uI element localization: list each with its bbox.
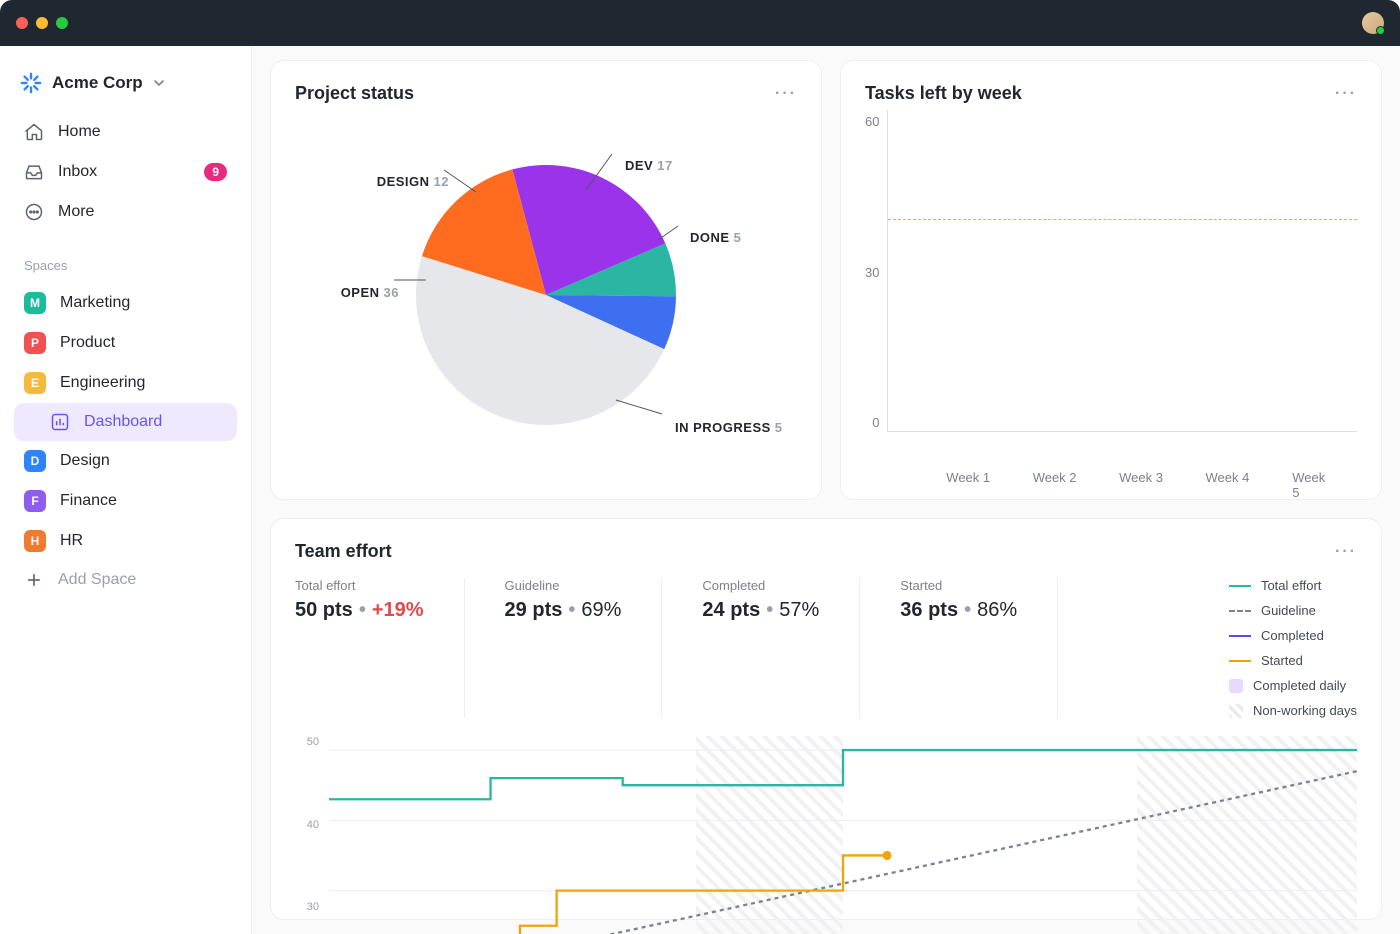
window-titlebar <box>0 0 1400 46</box>
plus-icon <box>24 570 44 590</box>
pie-label-open: OPEN36 <box>341 285 399 300</box>
space-hr[interactable]: H HR <box>14 521 237 561</box>
nav-inbox-label: Inbox <box>58 163 97 181</box>
pie-label-design: DESIGN12 <box>377 174 449 189</box>
space-label: Design <box>60 452 110 470</box>
team-effort-card: Team effort ··· Total effort 50 pts•+19%… <box>270 518 1382 920</box>
nav-inbox[interactable]: Inbox 9 <box>14 152 237 192</box>
project-status-chart: DEV17 DONE5 IN PROGRESS5 OPEN36 DESIGN12 <box>295 110 797 480</box>
nav-home[interactable]: Home <box>14 112 237 152</box>
spaces-section-label: Spaces <box>14 232 237 283</box>
tasks-left-chart: 60300 Week 1Week 2Week 3Week 4Week 5 <box>865 110 1357 470</box>
inbox-badge: 9 <box>204 163 227 181</box>
workspace-switcher[interactable]: Acme Corp <box>14 68 237 112</box>
space-engineering[interactable]: E Engineering <box>14 363 237 403</box>
tasks-left-more[interactable]: ··· <box>1335 85 1357 103</box>
space-child-label: Dashboard <box>84 413 162 431</box>
stat-started: Started 36 pts•86% <box>900 578 1058 718</box>
project-status-card: Project status ··· DEV17DONE5IN PROGRESS… <box>270 60 822 500</box>
user-avatar[interactable] <box>1362 12 1384 34</box>
pie-label-done: DONE5 <box>690 230 741 245</box>
nav-home-label: Home <box>58 123 101 141</box>
more-icon <box>24 202 44 222</box>
space-label: Product <box>60 334 115 352</box>
chevron-down-icon <box>153 77 165 89</box>
tasks-left-card: Tasks left by week ··· 60300 Week 1Week … <box>840 60 1382 500</box>
team-effort-title: Team effort <box>295 541 392 562</box>
pie-label-dev: DEV17 <box>625 158 673 173</box>
team-effort-chart: 50403020 <box>295 736 1357 934</box>
space-icon: M <box>24 292 46 314</box>
workspace-name: Acme Corp <box>52 73 143 93</box>
sidebar: Acme Corp Home Inbox 9 More Spaces M Mark… <box>0 46 252 934</box>
space-label: HR <box>60 532 83 550</box>
space-label: Marketing <box>60 294 130 312</box>
stat-total-effort: Total effort 50 pts•+19% <box>295 578 465 718</box>
nav-more[interactable]: More <box>14 192 237 232</box>
minimize-window-dot[interactable] <box>36 17 48 29</box>
maximize-window-dot[interactable] <box>56 17 68 29</box>
close-window-dot[interactable] <box>16 17 28 29</box>
space-icon: F <box>24 490 46 512</box>
tasks-left-title: Tasks left by week <box>865 83 1022 104</box>
inbox-icon <box>24 162 44 182</box>
dashboard-icon <box>50 412 70 432</box>
space-child-dashboard[interactable]: Dashboard <box>14 403 237 441</box>
space-marketing[interactable]: M Marketing <box>14 283 237 323</box>
stat-completed: Completed 24 pts•57% <box>702 578 860 718</box>
add-space-button[interactable]: Add Space <box>14 561 237 599</box>
space-icon: P <box>24 332 46 354</box>
stat-guideline: Guideline 29 pts•69% <box>505 578 663 718</box>
space-icon: D <box>24 450 46 472</box>
pie-label-in-progress: IN PROGRESS5 <box>675 420 783 435</box>
space-icon: E <box>24 372 46 394</box>
team-effort-stats: Total effort 50 pts•+19% Guideline 29 pt… <box>295 578 1357 718</box>
space-icon: H <box>24 530 46 552</box>
team-effort-more[interactable]: ··· <box>1335 543 1357 561</box>
space-product[interactable]: P Product <box>14 323 237 363</box>
space-finance[interactable]: F Finance <box>14 481 237 521</box>
workspace-logo-icon <box>20 72 42 94</box>
space-design[interactable]: D Design <box>14 441 237 481</box>
nav-more-label: More <box>58 203 94 221</box>
home-icon <box>24 122 44 142</box>
space-label: Engineering <box>60 374 145 392</box>
team-effort-legend: Total effort Guideline Completed Started… <box>1229 578 1357 718</box>
add-space-label: Add Space <box>58 571 136 589</box>
traffic-lights <box>16 17 68 29</box>
space-label: Finance <box>60 492 117 510</box>
main-content: Project status ··· DEV17DONE5IN PROGRESS… <box>252 46 1400 934</box>
